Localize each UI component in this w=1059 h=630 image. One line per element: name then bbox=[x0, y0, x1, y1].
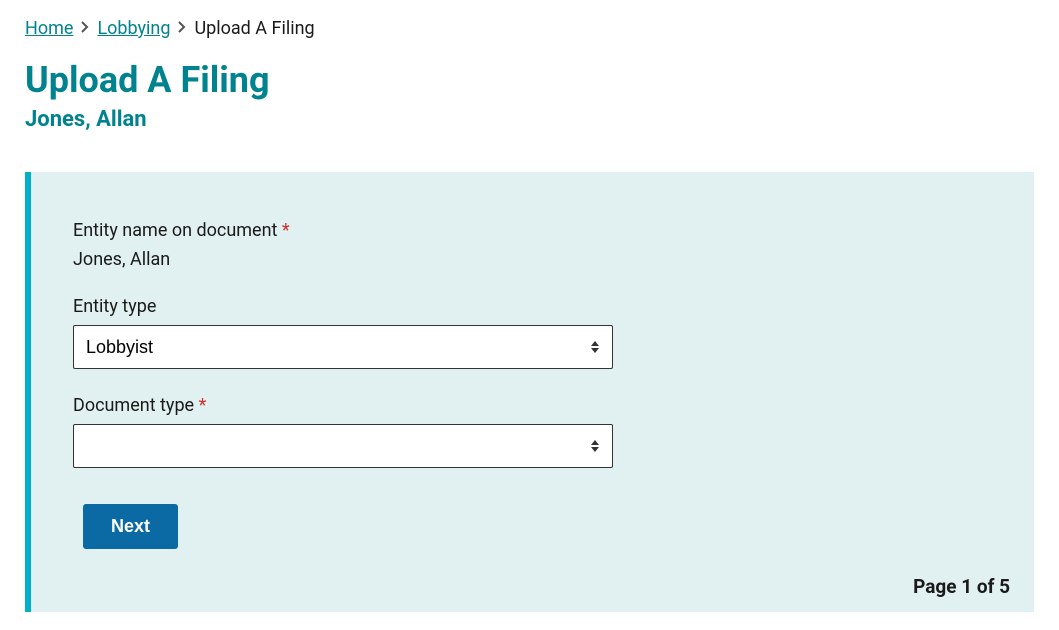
page-title: Upload A Filing bbox=[25, 59, 1034, 101]
form-panel: Entity name on document * Jones, Allan E… bbox=[25, 172, 1034, 612]
required-indicator: * bbox=[282, 220, 290, 241]
entity-type-group: Entity type Lobbyist bbox=[73, 296, 992, 369]
chevron-right-icon bbox=[81, 21, 89, 37]
entity-name-label-text: Entity name on document bbox=[73, 220, 277, 241]
document-type-label: Document type * bbox=[73, 395, 992, 416]
document-type-group: Document type * bbox=[73, 395, 992, 468]
breadcrumb-home-link[interactable]: Home bbox=[25, 18, 73, 39]
chevron-right-icon bbox=[178, 21, 186, 37]
entity-type-select-wrapper: Lobbyist bbox=[73, 325, 613, 369]
breadcrumb-current: Upload A Filing bbox=[194, 18, 314, 39]
page-subtitle: Jones, Allan bbox=[25, 107, 1034, 132]
document-type-label-text: Document type bbox=[73, 395, 194, 416]
page-indicator: Page 1 of 5 bbox=[913, 575, 1010, 598]
breadcrumb: Home Lobbying Upload A Filing bbox=[25, 18, 1034, 39]
entity-name-label: Entity name on document * bbox=[73, 220, 992, 241]
next-button[interactable]: Next bbox=[83, 504, 178, 549]
breadcrumb-lobbying-link[interactable]: Lobbying bbox=[97, 18, 170, 39]
entity-name-value: Jones, Allan bbox=[73, 249, 992, 270]
entity-type-label: Entity type bbox=[73, 296, 992, 317]
entity-name-group: Entity name on document * Jones, Allan bbox=[73, 220, 992, 270]
document-type-select[interactable] bbox=[73, 424, 613, 468]
entity-type-select[interactable]: Lobbyist bbox=[73, 325, 613, 369]
required-indicator: * bbox=[199, 395, 207, 416]
document-type-select-wrapper bbox=[73, 424, 613, 468]
